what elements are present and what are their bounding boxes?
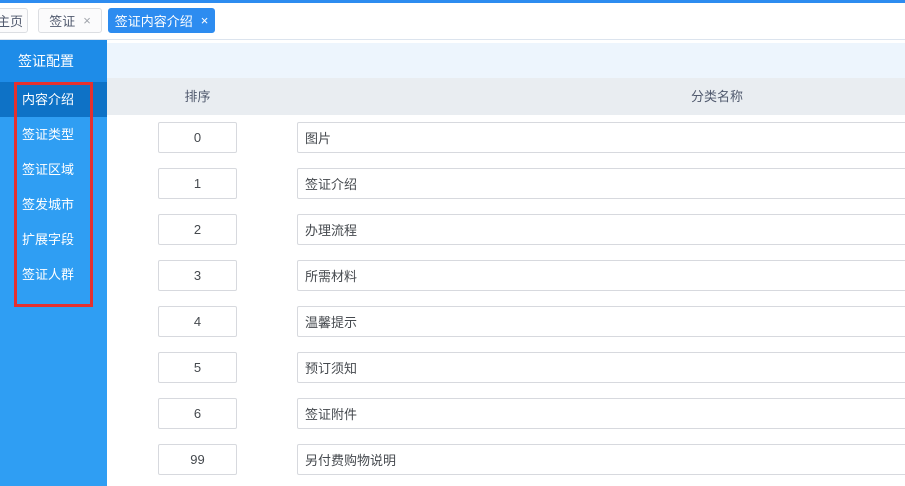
category-name-input[interactable]	[297, 398, 905, 429]
sort-input[interactable]	[158, 168, 237, 199]
app-window: 主页 签证 × 签证内容介绍 × 签证配置 内容介绍 签证类型 签证区域 签发城…	[0, 0, 905, 486]
sidebar-item-visa-groups[interactable]: 签证人群	[0, 257, 107, 292]
sidebar-title: 签证配置	[0, 40, 107, 82]
close-icon[interactable]: ×	[201, 14, 209, 27]
table-row	[107, 352, 905, 383]
table-row	[107, 260, 905, 291]
category-name-input[interactable]	[297, 352, 905, 383]
sidebar-item-extended-fields[interactable]: 扩展字段	[0, 222, 107, 257]
tab-visa-label: 签证	[49, 11, 75, 30]
sort-input[interactable]	[158, 352, 237, 383]
table-row	[107, 214, 905, 245]
category-name-input[interactable]	[297, 122, 905, 153]
table-row	[107, 122, 905, 153]
table-row	[107, 398, 905, 429]
tab-bar: 主页 签证 × 签证内容介绍 ×	[0, 3, 905, 40]
table-header: 排序 分类名称	[107, 78, 905, 115]
sort-input[interactable]	[158, 444, 237, 475]
sort-input[interactable]	[158, 214, 237, 245]
table-row	[107, 444, 905, 475]
category-name-input[interactable]	[297, 306, 905, 337]
tab-visa[interactable]: 签证 ×	[38, 8, 102, 33]
category-name-input[interactable]	[297, 168, 905, 199]
sort-input[interactable]	[158, 122, 237, 153]
sidebar-item-issuing-city[interactable]: 签发城市	[0, 187, 107, 222]
toolbar-band	[107, 43, 905, 78]
tab-home-label: 主页	[0, 11, 23, 30]
sidebar: 签证配置 内容介绍 签证类型 签证区域 签发城市 扩展字段 签证人群	[0, 40, 107, 486]
close-icon[interactable]: ×	[83, 14, 91, 27]
sidebar-item-visa-type[interactable]: 签证类型	[0, 117, 107, 152]
sort-input[interactable]	[158, 398, 237, 429]
sidebar-item-visa-region[interactable]: 签证区域	[0, 152, 107, 187]
tab-home[interactable]: 主页	[0, 8, 28, 33]
table-row	[107, 306, 905, 337]
column-header-sort: 排序	[158, 78, 237, 115]
sort-input[interactable]	[158, 260, 237, 291]
category-name-input[interactable]	[297, 260, 905, 291]
tab-visa-content-intro-label: 签证内容介绍	[115, 11, 193, 30]
main-content: 排序 分类名称	[107, 40, 905, 486]
category-name-input[interactable]	[297, 444, 905, 475]
category-name-input[interactable]	[297, 214, 905, 245]
sort-input[interactable]	[158, 306, 237, 337]
sidebar-item-content-intro[interactable]: 内容介绍	[0, 82, 107, 117]
column-header-category-name: 分类名称	[297, 78, 905, 115]
tab-visa-content-intro[interactable]: 签证内容介绍 ×	[108, 8, 215, 33]
table-row	[107, 168, 905, 199]
